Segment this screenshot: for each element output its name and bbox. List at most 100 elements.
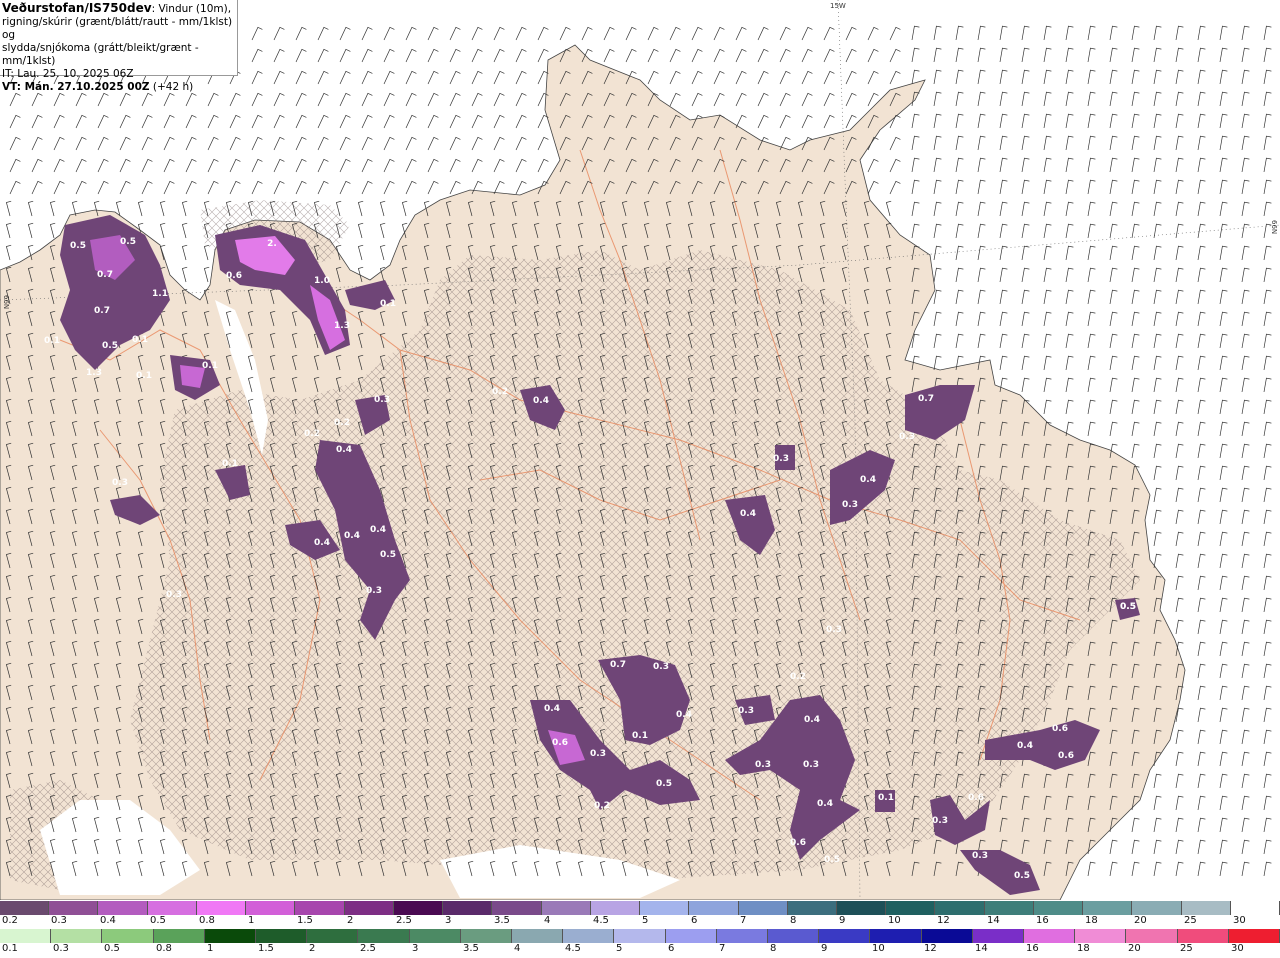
precip-value-label: 0.3 bbox=[972, 851, 988, 861]
legend-label: 10 bbox=[888, 915, 901, 926]
legend-rain-labels: 0.1 0.3 0.5 0.8 1 1.5 2 2.5 3 3.5 4 4.5 5 6 7 8 9 10 12 14 1… bbox=[0, 943, 1280, 957]
legend-swatch bbox=[768, 929, 820, 943]
precip-value-label: 0.3 bbox=[112, 478, 128, 488]
legend-label: 20 bbox=[1128, 943, 1141, 954]
legend-label: 8 bbox=[770, 943, 777, 954]
legend-label: 4 bbox=[544, 915, 551, 926]
legend-swatch bbox=[196, 901, 247, 915]
legend-swatch bbox=[665, 929, 717, 943]
legend-swatch bbox=[147, 901, 197, 915]
precip-value-label: 0.3 bbox=[738, 706, 754, 716]
legend-label: 30 bbox=[1231, 943, 1244, 954]
precip-value-label: 0.6 bbox=[1058, 751, 1074, 761]
precip-value-label: 0.4 bbox=[860, 475, 876, 485]
precip-value-label: 0.5 bbox=[1120, 602, 1136, 612]
legend-swatch bbox=[98, 901, 148, 915]
precip-value-label: 0.1 bbox=[202, 361, 218, 371]
precip-value-label: 0.3 bbox=[166, 590, 182, 600]
legend-label: 14 bbox=[987, 915, 1000, 926]
legend-swatch bbox=[49, 901, 99, 915]
desc-line3: slydda/snjókoma (grátt/bleikt/grænt - mm… bbox=[2, 42, 199, 67]
precip-value-label: 0.5 bbox=[656, 779, 672, 789]
precip-value-label: 0.2 bbox=[790, 672, 806, 682]
legend-label: 25 bbox=[1180, 943, 1193, 954]
precip-value-label: 0.2 bbox=[492, 387, 508, 397]
init-time: IT: Lau. 25. 10. 2025 06Z bbox=[2, 68, 134, 80]
legend-swatch bbox=[738, 901, 788, 915]
legend-swatch bbox=[1126, 929, 1178, 943]
forecast-offset: (+42 h) bbox=[149, 81, 194, 93]
legend-swatch bbox=[344, 901, 394, 915]
precip-value-label: 1.3 bbox=[86, 368, 102, 378]
legend-swatch bbox=[153, 929, 205, 943]
legend-swatch bbox=[1083, 901, 1133, 915]
precip-value-label: 0.3 bbox=[773, 454, 789, 464]
precip-value-label: 0.5 bbox=[102, 341, 118, 351]
legend-label: 0.3 bbox=[53, 943, 69, 954]
legend-swatch bbox=[984, 901, 1034, 915]
legend-label: 0.2 bbox=[2, 915, 18, 926]
precip-value-label: 0.3 bbox=[932, 816, 948, 826]
legend-swatch bbox=[204, 929, 257, 943]
precip-value-label: 0.4 bbox=[533, 396, 549, 406]
legend-swatch bbox=[102, 929, 154, 943]
legend-swatch bbox=[1033, 901, 1084, 915]
legend-label: 2.5 bbox=[396, 915, 412, 926]
legend-swatch bbox=[787, 901, 837, 915]
precip-value-label: 0.5 bbox=[824, 855, 840, 865]
legend-label: 12 bbox=[937, 915, 950, 926]
legend-swatch bbox=[1024, 929, 1076, 943]
precip-value-label: 0.3 bbox=[842, 500, 858, 510]
legend-label: 1 bbox=[248, 915, 255, 926]
precip-value-label: 0.6 bbox=[226, 271, 242, 281]
precip-value-label: 0.1 bbox=[136, 371, 152, 381]
legend-swatch bbox=[0, 929, 52, 943]
legend-label: 8 bbox=[790, 915, 797, 926]
legend-label: 14 bbox=[975, 943, 988, 954]
desc-line2: rigning/skúrir (grænt/blátt/rautt - mm/1… bbox=[2, 16, 233, 41]
precip-value-label: 0.4 bbox=[817, 799, 833, 809]
desc-line1: : Vindur (10m), bbox=[151, 3, 232, 15]
precip-value-label: 0.6 bbox=[1052, 724, 1068, 734]
precip-value-label: 1.1 bbox=[152, 289, 168, 299]
precip-value-label: 0.2 bbox=[304, 429, 320, 439]
legend-label: 30 bbox=[1233, 915, 1246, 926]
legend-swatch bbox=[1230, 901, 1280, 915]
precip-value-label: 0.7 bbox=[97, 270, 113, 280]
legend-label: 20 bbox=[1134, 915, 1147, 926]
legend-label: 1 bbox=[207, 943, 214, 954]
legend-label: 2.5 bbox=[360, 943, 376, 954]
legend-swatch bbox=[492, 901, 542, 915]
legend-swatch bbox=[1228, 929, 1280, 943]
precip-value-label: 0.4 bbox=[344, 531, 360, 541]
precip-value-label: 0.5 bbox=[70, 241, 86, 251]
precip-value-label: 0.6 bbox=[790, 838, 806, 848]
legend-swatch bbox=[836, 901, 887, 915]
precip-value-label: 0.1 bbox=[878, 793, 894, 803]
valid-time: VT: Mán. 27.10.2025 00Z bbox=[2, 81, 150, 93]
legend-label: 4.5 bbox=[565, 943, 581, 954]
legend-label: 5 bbox=[616, 943, 623, 954]
legend-label: 9 bbox=[821, 943, 828, 954]
precip-value-label: 0.1 bbox=[380, 299, 396, 309]
legend-label: 3.5 bbox=[494, 915, 510, 926]
legend-swatch bbox=[0, 901, 50, 915]
precip-value-label: 0.3 bbox=[366, 586, 382, 596]
grid-label-top: 15W bbox=[830, 2, 846, 10]
precip-value-label: 0.7 bbox=[94, 306, 110, 316]
precip-value-label: 0.4 bbox=[804, 715, 820, 725]
legend-label: 18 bbox=[1077, 943, 1090, 954]
legend-swatch bbox=[409, 929, 461, 943]
legend-label: 6 bbox=[668, 943, 675, 954]
legend-swatch bbox=[972, 929, 1025, 943]
legend-swatch bbox=[935, 901, 985, 915]
precip-value-label: 0.4 bbox=[336, 445, 352, 455]
legend-label: 3 bbox=[412, 943, 419, 954]
legend-swatch bbox=[443, 901, 493, 915]
legend-label: 12 bbox=[924, 943, 937, 954]
precip-value-label: 1.3 bbox=[334, 321, 350, 331]
legend-label: 0.8 bbox=[156, 943, 172, 954]
weather-map[interactable]: 0.5 0.5 0.7 1.1 0.7 0.5 0.1 0.1 1.3 0.1 0.1 2. 0.6 1.… bbox=[0, 0, 1280, 900]
legend-swatch bbox=[393, 901, 444, 915]
legend-swatch bbox=[921, 929, 973, 943]
